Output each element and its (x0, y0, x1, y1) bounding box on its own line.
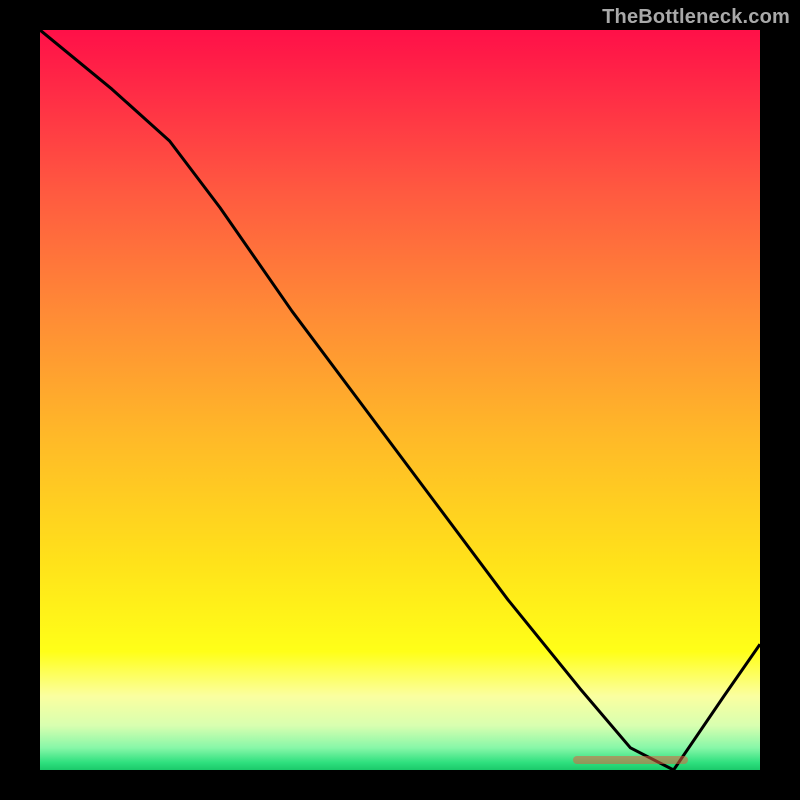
watermark-text: TheBottleneck.com (602, 6, 790, 29)
bottleneck-curve (40, 30, 760, 770)
chart-frame: TheBottleneck.com (0, 0, 800, 800)
plot-area (40, 30, 760, 770)
optimum-range-marker (573, 756, 688, 764)
curve-path (40, 30, 760, 770)
